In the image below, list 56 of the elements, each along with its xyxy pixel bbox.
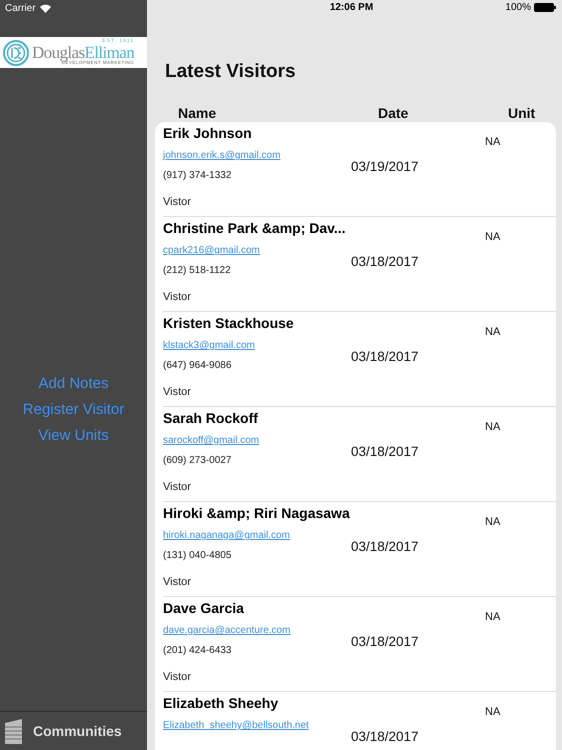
column-header: Date	[378, 105, 410, 121]
sidebar-link[interactable]: Register Visitor	[22, 401, 124, 418]
visitor-name: Sarah Rockoff	[163, 410, 259, 428]
communities-tab[interactable]: Communities	[0, 711, 147, 750]
page-title: Latest Visitors	[165, 61, 297, 83]
monogram-icon	[3, 40, 29, 66]
visitor-type: Vistor	[163, 386, 192, 398]
visit-date: 03/18/2017	[351, 349, 419, 364]
visit-date: 03/18/2017	[351, 729, 419, 744]
visitor-name: Dave Garcia	[163, 600, 245, 618]
phone-number: (609) 273-0027	[163, 455, 232, 468]
phone-number: (917) 374-1332	[163, 170, 232, 183]
visit-date: 03/18/2017	[351, 444, 419, 459]
unit-value: NA	[485, 611, 500, 623]
phone-number: (201) 424-6433	[163, 645, 232, 658]
column-header: Name	[178, 105, 218, 121]
visitor-name: Kristen Stackhouse	[163, 315, 295, 333]
email-link[interactable]: sarockoff@gmail.com	[163, 435, 351, 455]
sidebar-link[interactable]: View Units	[38, 427, 109, 444]
email-link[interactable]: Elizabeth_sheehy@bellsouth.net	[163, 720, 351, 740]
unit-value: NA	[485, 136, 500, 148]
clock-time: 12:06 PM	[330, 2, 374, 13]
email-link[interactable]: klstack3@gmail.com	[163, 340, 351, 360]
visitor-type: Vistor	[163, 671, 192, 683]
visitor-type: Vistor	[163, 291, 192, 303]
wifi-icon	[40, 4, 51, 13]
building-icon	[4, 718, 23, 744]
email-link[interactable]: hiroki.naganaga@gmail.com	[163, 530, 351, 550]
carrier-label: Carrier	[5, 3, 36, 14]
email-link[interactable]: johnson.erik.s@gmail.com	[163, 150, 351, 170]
visitor-name: Elizabeth Sheehy	[163, 695, 280, 713]
visitor-name: Erik Johnson	[163, 125, 253, 143]
brand-name: DouglasElliman	[32, 44, 134, 62]
visit-date: 03/19/2017	[351, 159, 419, 174]
email-link[interactable]: cpark216@gmail.com	[163, 245, 351, 265]
visitor-type: Vistor	[163, 576, 192, 588]
battery-icon	[534, 3, 556, 12]
unit-value: NA	[485, 231, 500, 243]
sidebar-link[interactable]: Add Notes	[38, 375, 109, 392]
visitor-type: Vistor	[163, 196, 192, 208]
unit-value: NA	[485, 706, 500, 718]
phone-number: (131) 040-4805	[163, 550, 232, 563]
visitor-type: Vistor	[163, 481, 192, 493]
unit-value: NA	[485, 516, 500, 528]
visit-date: 03/18/2017	[351, 254, 419, 269]
visitor-name: Hiroki &amp; Riri Nagasawa	[163, 505, 351, 523]
column-header: Unit	[508, 105, 536, 121]
visit-date: 03/18/2017	[351, 539, 419, 554]
phone-number: (212) 518-1122	[163, 265, 232, 278]
unit-value: NA	[485, 421, 500, 433]
battery-percent: 100%	[505, 2, 531, 13]
visitor-name: Christine Park &amp; Dav...	[163, 220, 347, 238]
unit-value: NA	[485, 326, 500, 338]
visit-date: 03/18/2017	[351, 634, 419, 649]
email-link[interactable]: dave.garcia@accenture.com	[163, 625, 351, 645]
phone-number: (647) 964-9086	[163, 360, 232, 373]
